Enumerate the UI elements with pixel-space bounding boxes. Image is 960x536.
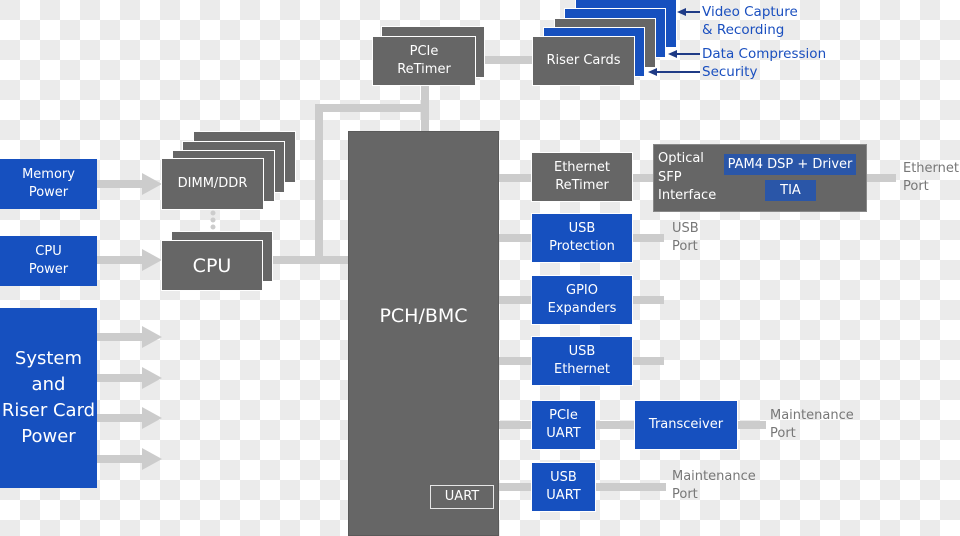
arrow-system-power-3 [97,407,162,429]
pcie-retimer-block: PCIe ReTimer [372,36,476,86]
maintenance-port-label-2: Maintenance Port [672,469,756,502]
pam4-dsp-driver-block: PAM4 DSP + Driver [724,154,856,175]
gpio-expanders-block: GPIO Expanders [531,275,633,325]
optical-sfp-label: Optical SFP Interface [658,151,717,203]
annotation-security: Security [702,64,758,80]
annotation-data-compression: Data Compression [702,46,827,62]
optical-sfp-interface-block: Optical SFP Interface PAM4 DSP + Driver … [653,144,867,212]
transceiver-block: Transceiver [634,400,738,450]
tia-block: TIA [765,180,816,201]
arrow-system-power-1 [97,326,162,348]
annotation-video-capture: Video Capture & Recording [702,4,798,38]
usb-port-label: USB Port [672,221,699,254]
annotation-arrow-video-head [677,8,686,16]
maintenance-port-label-1: Maintenance Port [770,408,854,441]
cpu-block: CPU [161,240,263,291]
cpu-power-block: CPU Power [0,236,97,286]
pcie-uart-block: PCIe UART [531,400,596,450]
arrow-system-power-2 [97,367,162,389]
arrow-system-power-4 [97,448,162,470]
dimm-ddr-block: DIMM/DDR [161,158,264,210]
usb-ethernet-block: USB Ethernet [531,336,633,386]
arrow-cpu-power-to-cpu [97,249,162,271]
dimm-ellipsis-dot [210,210,216,216]
usb-uart-block: USB UART [531,462,596,512]
arrow-memory-power-to-dimm [97,173,162,195]
ethernet-retimer-block: Ethernet ReTimer [531,152,633,202]
dimm-ellipsis-dot [210,217,216,223]
ethernet-port-label: Ethernet Port [903,161,959,194]
annotation-arrow-compression-head [668,50,677,58]
usb-protection-block: USB Protection [531,213,633,263]
pch-uart-block: UART [430,485,494,509]
dimm-ellipsis-dot [210,224,216,230]
riser-cards-block: Riser Cards [532,36,635,86]
annotation-arrow-security-head [648,68,657,76]
system-riser-power-block: System and Riser Card Power [0,308,97,488]
pch-bmc-block: PCH/BMC UART [348,131,499,536]
pch-bmc-label: PCH/BMC [379,305,468,327]
memory-power-block: Memory Power [0,159,97,209]
